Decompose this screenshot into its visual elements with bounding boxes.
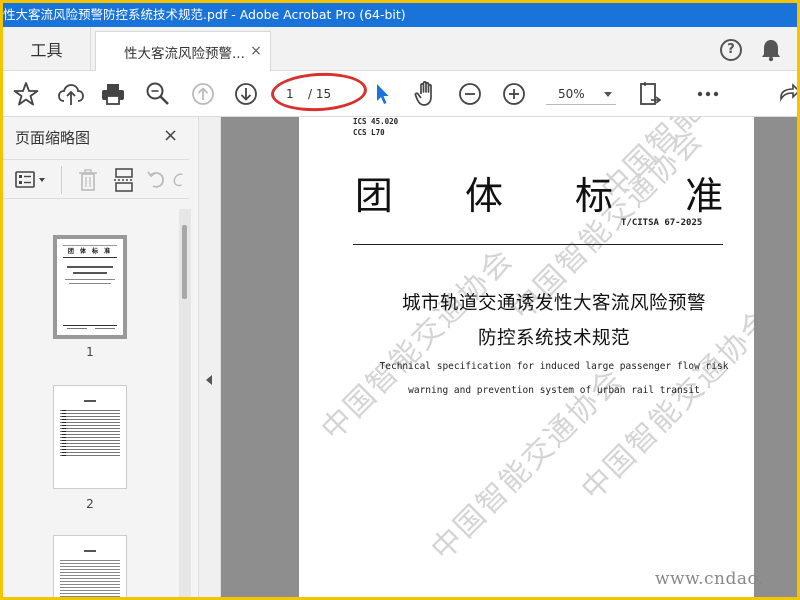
next-page-icon[interactable] bbox=[229, 71, 263, 117]
zoom-search-icon[interactable] bbox=[141, 71, 175, 117]
thumb-line bbox=[65, 279, 115, 280]
tab-document-label: 性大客流风险预警... bbox=[124, 45, 245, 62]
thumb-text-block bbox=[60, 408, 120, 456]
pdf-page: 中国智能交通协会 中国智能交通协会 中国智能交通协会 中国智能交通协会 中国智能… bbox=[299, 117, 754, 597]
title-chinese-line2: 防控系统技术规范 bbox=[477, 328, 630, 349]
thumbnail-page-number: 2 bbox=[86, 497, 94, 511]
insert-page-icon[interactable] bbox=[107, 160, 141, 200]
standard-number: T/CITSA 67-2025 bbox=[621, 218, 703, 228]
cloud-upload-icon[interactable] bbox=[54, 71, 88, 117]
collapse-sidebar-button[interactable] bbox=[199, 117, 221, 597]
ccs-code: CCS L70 bbox=[353, 128, 385, 137]
close-icon[interactable]: × bbox=[163, 125, 178, 146]
bell-icon[interactable] bbox=[760, 38, 782, 62]
document-viewer[interactable]: 中国智能交通协会 中国智能交通协会 中国智能交通协会 中国智能交通协会 中国智能… bbox=[199, 117, 797, 597]
thumbnail-list: 团 体 标 准 1 2 bbox=[3, 207, 189, 597]
standard-heading: 团 体 标 准 bbox=[354, 174, 754, 218]
divider bbox=[61, 166, 62, 194]
zoom-select[interactable]: 50% bbox=[546, 83, 616, 105]
zoom-value: 50% bbox=[558, 87, 585, 101]
sidebar-toolbar bbox=[3, 159, 189, 199]
thumb-line bbox=[84, 400, 96, 402]
title-chinese-line1: 城市轨道交通诱发性大客流风险预警 bbox=[401, 293, 706, 314]
tab-document[interactable]: 性大客流风险预警... × bbox=[95, 31, 271, 71]
thumbnail-page-number: 1 bbox=[86, 345, 94, 359]
tab-tools[interactable]: 工具 bbox=[3, 27, 91, 71]
close-icon[interactable]: × bbox=[248, 43, 264, 59]
title-english-line1: Technical specification for induced larg… bbox=[379, 361, 729, 372]
tab-bar: 工具 性大客流风险预警... × ? bbox=[3, 27, 797, 71]
help-icon[interactable]: ? bbox=[720, 39, 742, 61]
hand-icon[interactable] bbox=[409, 71, 443, 117]
star-icon[interactable] bbox=[9, 71, 43, 117]
thumb-line bbox=[67, 266, 113, 268]
zoom-in-icon[interactable] bbox=[497, 71, 531, 117]
share-icon[interactable] bbox=[779, 71, 797, 117]
print-icon[interactable] bbox=[96, 71, 130, 117]
thumb-line bbox=[69, 283, 111, 284]
page-thumbnail-2[interactable] bbox=[53, 385, 127, 489]
thumb-line bbox=[95, 328, 115, 329]
redo-icon[interactable] bbox=[171, 160, 189, 200]
options-icon[interactable] bbox=[11, 160, 51, 200]
thumbnail-sidebar: 页面缩略图 × 团 体 标 准 1 2 bbox=[3, 117, 199, 597]
thumb-rule bbox=[63, 257, 117, 258]
title-bar: 性大客流风险预警防控系统技术规范.pdf - Adobe Acrobat Pro… bbox=[3, 3, 797, 27]
fit-page-icon[interactable] bbox=[633, 71, 667, 117]
annotation-ellipse bbox=[270, 70, 368, 114]
zoom-out-icon[interactable] bbox=[453, 71, 487, 117]
site-watermark: www.cndao. bbox=[655, 569, 764, 589]
more-icon[interactable] bbox=[691, 71, 725, 117]
thumb-line bbox=[73, 272, 107, 274]
sidebar-title: 页面缩略图 bbox=[15, 129, 91, 147]
tab-tools-label: 工具 bbox=[30, 41, 63, 60]
page-thumbnail-3[interactable] bbox=[53, 535, 127, 597]
select-arrow-icon[interactable] bbox=[369, 71, 395, 117]
trash-icon[interactable] bbox=[71, 160, 105, 200]
thumb-line bbox=[84, 550, 96, 552]
window-title: 性大客流风险预警防控系统技术规范.pdf - Adobe Acrobat Pro… bbox=[3, 7, 406, 22]
thumb-text-block bbox=[62, 408, 66, 456]
thumb-rule bbox=[63, 325, 117, 326]
thumb-title: 团 体 标 准 bbox=[67, 248, 113, 255]
chevron-down-icon bbox=[604, 92, 612, 97]
ics-code: ICS 45.020 bbox=[353, 117, 399, 126]
thumb-text-block bbox=[60, 558, 120, 597]
thumb-line bbox=[67, 328, 87, 329]
app-window: 性大客流风险预警防控系统技术规范.pdf - Adobe Acrobat Pro… bbox=[3, 3, 797, 597]
page-thumbnail-1[interactable]: 团 体 标 准 bbox=[53, 235, 127, 339]
main-toolbar: 1 / 15 50% bbox=[3, 70, 797, 117]
title-english-line2: warning and prevention system of urban r… bbox=[408, 385, 700, 396]
prev-page-icon[interactable] bbox=[186, 71, 220, 117]
heading-rule bbox=[353, 244, 723, 245]
undo-icon[interactable] bbox=[143, 160, 169, 200]
chevron-left-icon bbox=[206, 375, 212, 385]
